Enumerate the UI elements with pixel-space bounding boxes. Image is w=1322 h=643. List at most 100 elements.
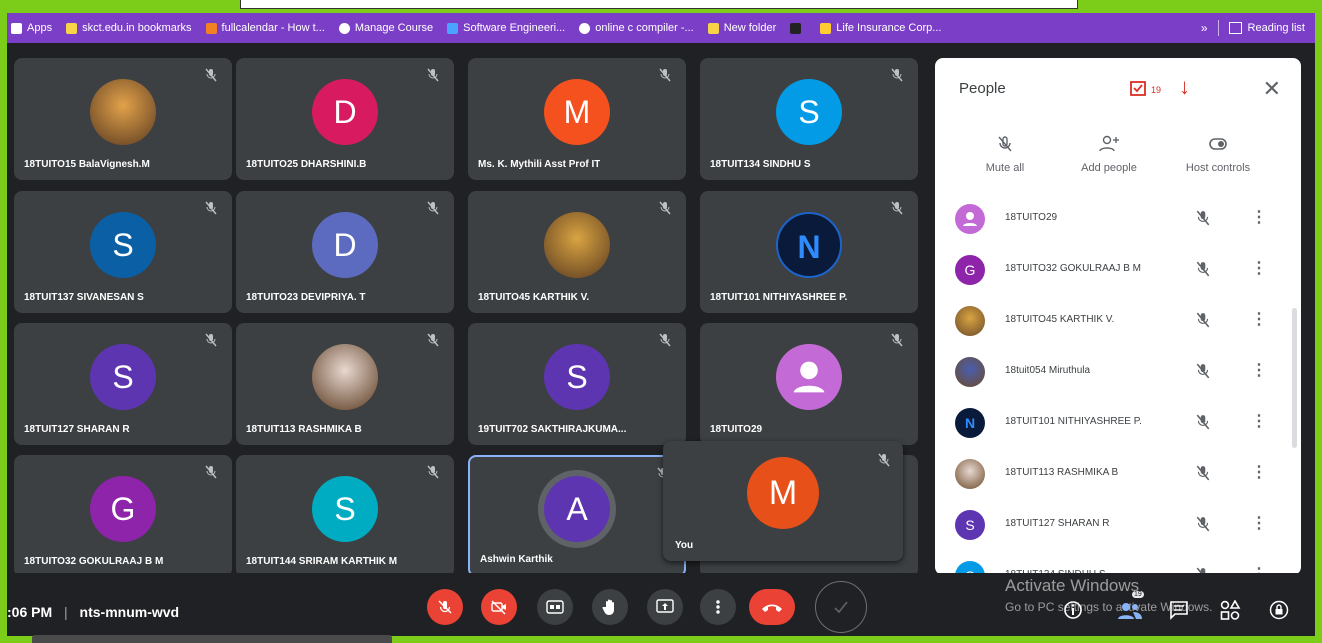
video-tile[interactable]: G 18TUITO32 GOKULRAAJ B M bbox=[14, 455, 232, 577]
add-people-control[interactable]: Add people bbox=[1064, 134, 1154, 174]
activities-icon[interactable] bbox=[1219, 600, 1241, 620]
bookmark-label: skct.edu.in bookmarks bbox=[82, 22, 192, 34]
more-vert-icon[interactable]: ⋮ bbox=[1251, 207, 1267, 227]
video-tile[interactable]: S 18TUIT144 SRIRAM KARTHIK M bbox=[236, 455, 454, 577]
people-scrollbar[interactable] bbox=[1292, 308, 1297, 448]
bookmark-0[interactable]: Apps bbox=[11, 22, 52, 34]
more-vert-icon[interactable]: ⋮ bbox=[1251, 360, 1267, 380]
mute-participant-button[interactable] bbox=[1195, 465, 1211, 486]
present-now-button[interactable] bbox=[647, 589, 683, 625]
meeting-details[interactable]: :06 PM | nts-mnum-wvd bbox=[7, 604, 179, 620]
person-icon bbox=[963, 212, 977, 226]
video-tile[interactable]: S 18TUIT134 SINDHU S bbox=[700, 58, 918, 180]
raise-hand-button[interactable] bbox=[592, 589, 628, 625]
participant-avatar: S bbox=[776, 79, 842, 145]
companion-button[interactable] bbox=[815, 581, 867, 633]
bookmarks-overflow-button[interactable]: » bbox=[1201, 21, 1208, 35]
participant-avatar: D bbox=[312, 212, 378, 278]
people-icon[interactable] bbox=[1117, 600, 1143, 620]
bookmark-2[interactable]: fullcalendar - How t... bbox=[205, 22, 325, 34]
participant-row[interactable]: 18TUIT113 RASHMIKA B ⋮ bbox=[955, 450, 1285, 500]
camera-button[interactable] bbox=[481, 589, 517, 625]
bookmark-label: Life Insurance Corp... bbox=[836, 22, 942, 34]
more-options-button[interactable] bbox=[700, 589, 736, 625]
mute-participant-button[interactable] bbox=[1195, 312, 1211, 333]
mic-off-wrapper bbox=[204, 201, 218, 215]
participant-avatar: N bbox=[776, 212, 842, 278]
self-name: You bbox=[675, 540, 694, 551]
mute-participant-button[interactable] bbox=[1195, 210, 1211, 231]
mic-off-icon bbox=[878, 453, 890, 467]
participant-row[interactable]: 18tuit054 Miruthula ⋮ bbox=[955, 348, 1285, 398]
participant-row[interactable]: 18TUITO29 ⋮ bbox=[955, 195, 1285, 245]
video-tile[interactable]: D 18TUITO23 DEVIPRIYA. T bbox=[236, 191, 454, 313]
people-title: People bbox=[959, 80, 1006, 97]
participant-row[interactable]: G 18TUITO32 GOKULRAAJ B M ⋮ bbox=[955, 246, 1285, 296]
video-tile[interactable]: D 18TUITO25 DHARSHINI.B bbox=[236, 58, 454, 180]
stackoverflow-icon bbox=[205, 22, 217, 34]
add-people-label: Add people bbox=[1081, 162, 1137, 174]
participant-name: 18TUIT127 SHARAN R bbox=[24, 424, 130, 435]
mic-off-icon bbox=[1196, 312, 1210, 328]
bookmark-1[interactable]: skct.edu.in bookmarks bbox=[66, 22, 192, 34]
bookmark-6[interactable]: New folder bbox=[707, 22, 777, 34]
mute-participant-button[interactable] bbox=[1195, 261, 1211, 282]
mic-off-wrapper bbox=[658, 201, 672, 215]
bookmark-5[interactable]: online c compiler -... bbox=[579, 22, 694, 34]
video-tile[interactable]: 18TUITO29 bbox=[700, 323, 918, 445]
mic-off-icon bbox=[891, 201, 903, 215]
mute-participant-button[interactable] bbox=[1195, 414, 1211, 435]
video-tile[interactable]: M Ms. K. Mythili Asst Prof IT bbox=[468, 58, 686, 180]
meeting-separator: | bbox=[64, 604, 68, 620]
microphone-button[interactable] bbox=[427, 589, 463, 625]
folder-icon bbox=[707, 22, 719, 34]
self-view-tile[interactable]: M You bbox=[663, 441, 903, 561]
video-tile[interactable]: 18TUITO15 BalaVignesh.M bbox=[14, 58, 232, 180]
participant-row[interactable]: S18TUIT134 SINDHU S⋮ bbox=[955, 552, 1285, 575]
participant-name: 18TUIT134 SINDHU S bbox=[710, 159, 811, 170]
info-icon[interactable] bbox=[1063, 600, 1083, 620]
mic-off-icon bbox=[1196, 261, 1210, 277]
more-vert-icon[interactable]: ⋮ bbox=[1251, 258, 1267, 278]
ai-icon bbox=[790, 22, 802, 34]
leave-call-button[interactable] bbox=[749, 589, 795, 625]
more-vert-icon[interactable]: ⋮ bbox=[1251, 309, 1267, 329]
video-tile[interactable]: N 18TUIT101 NITHIYASHREE P. bbox=[700, 191, 918, 313]
bookmark-8[interactable]: Life Insurance Corp... bbox=[820, 22, 941, 34]
bookmark-3[interactable]: Manage Course bbox=[338, 22, 433, 34]
video-tile[interactable]: 18TUITO45 KARTHIK V. bbox=[468, 191, 686, 313]
participant-name: 18TUITO45 KARTHIK V. bbox=[478, 292, 590, 303]
more-vert-icon[interactable]: ⋮ bbox=[1251, 513, 1267, 533]
bookmark-7[interactable] bbox=[790, 22, 806, 34]
mic-off-icon bbox=[427, 465, 439, 479]
video-tile[interactable]: S 18TUIT137 SIVANESAN S bbox=[14, 191, 232, 313]
mic-off-icon bbox=[891, 333, 903, 347]
mute-participant-button[interactable] bbox=[1195, 516, 1211, 537]
video-tile[interactable]: S 18TUIT127 SHARAN R bbox=[14, 323, 232, 445]
more-vert-icon[interactable]: ⋮ bbox=[1251, 411, 1267, 431]
host-controls-label: Host controls bbox=[1185, 162, 1251, 174]
bookmark-4[interactable]: Software Engineeri... bbox=[447, 22, 565, 34]
captions-button[interactable] bbox=[537, 589, 573, 625]
reading-list-icon[interactable] bbox=[1228, 22, 1242, 34]
participant-row[interactable]: 18TUITO45 KARTHIK V. ⋮ bbox=[955, 297, 1285, 347]
lock-icon[interactable] bbox=[1269, 600, 1289, 620]
video-tile[interactable]: S 19TUIT702 SAKTHIRAJKUMA... bbox=[468, 323, 686, 445]
bookmark-label: New folder bbox=[723, 22, 777, 34]
close-icon[interactable]: ✕ bbox=[1263, 76, 1281, 102]
video-tile[interactable]: 18TUIT113 RASHMIKA B bbox=[236, 323, 454, 445]
more-vert-icon[interactable]: ⋮ bbox=[1251, 462, 1267, 482]
mic-off-wrapper bbox=[204, 333, 218, 347]
participant-row[interactable]: N 18TUIT101 NITHIYASHREE P. ⋮ bbox=[955, 399, 1285, 449]
chat-icon[interactable] bbox=[1169, 600, 1189, 620]
participant-name: 18TUIT144 SRIRAM KARTHIK M bbox=[246, 556, 398, 567]
reading-list-button[interactable]: Reading list bbox=[1248, 22, 1305, 34]
people-count: 19 bbox=[1151, 85, 1162, 95]
host-controls-control[interactable]: Host controls bbox=[1173, 134, 1263, 174]
video-tile[interactable]: A Ashwin Karthik bbox=[468, 455, 686, 577]
mute-all-control[interactable]: Mute all bbox=[960, 134, 1050, 174]
mic-off-icon bbox=[1196, 363, 1210, 379]
participant-row[interactable]: S 18TUIT127 SHARAN R ⋮ bbox=[955, 501, 1285, 551]
task-icon[interactable] bbox=[1129, 79, 1147, 97]
mute-participant-button[interactable] bbox=[1195, 363, 1211, 384]
